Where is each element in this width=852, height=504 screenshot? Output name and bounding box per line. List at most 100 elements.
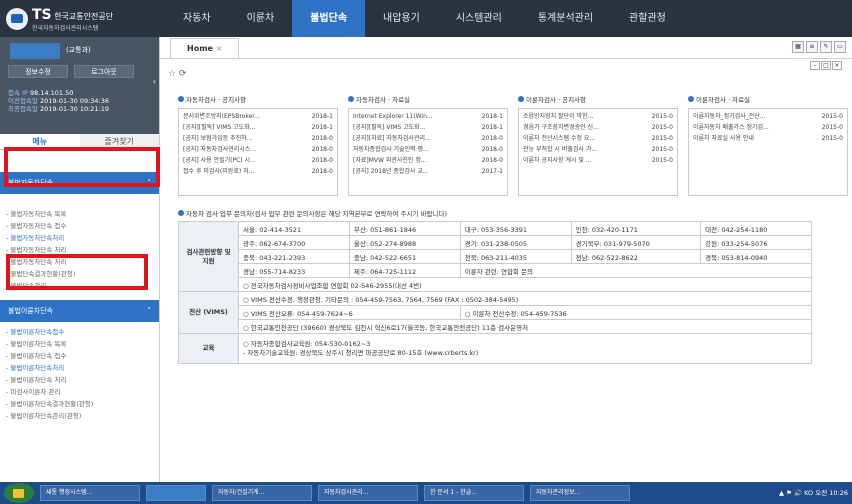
nav-system[interactable]: 시스템관리 [438, 0, 520, 37]
board-moto-data: 이륜자검사 · 자료실 이륜자동차_정기검사_전산... 2015-0 이륜자동차… [688, 94, 848, 196]
taskbar-item[interactable]: 한 문서 1 - 한글... [424, 485, 524, 501]
maximize-icon[interactable]: □ [821, 61, 831, 70]
board-row[interactable]: 소음방지장치 팔단이 막힌... 2015-0 [523, 111, 673, 122]
taskbar-item[interactable] [146, 485, 206, 501]
main-nav: 자동차 이륜차 불법단속 내압용기 시스템관리 통계분석관리 관할관청 [165, 0, 684, 37]
start-icon[interactable] [4, 483, 34, 503]
contact-cell: ○ VIMS 전산오류: 054-459-7624~6 [238, 305, 461, 320]
menu-item[interactable]: - 불법이륜차단속접수 [6, 326, 159, 338]
edit-info-button[interactable]: 정보수정 [8, 65, 68, 78]
board-row[interactable]: 경음기 구조장치변경승인 신... 2015-0 [523, 122, 673, 133]
contact-cell: 서울: 02-414-3521 [238, 221, 350, 236]
taskbar: 새통 행정시스템... 자동차/건설기계... 자동차검사관리... 한 문서 … [0, 482, 852, 504]
menu-item[interactable]: - 불법자동차단속처리 [6, 232, 159, 244]
nav-moto[interactable]: 이륜차 [229, 0, 293, 37]
contact-cell: 광주: 062-674-3700 [238, 235, 350, 250]
nav-office[interactable]: 관할관청 [611, 0, 684, 37]
user-name-field [10, 43, 60, 59]
close-icon[interactable]: × [832, 61, 842, 70]
taskbar-item[interactable]: 자동차검사관리... [318, 485, 418, 501]
contact-cell: ○ VIMS 전산수정, 행정관청, 기타문의 : 054-459-7563, … [238, 291, 812, 306]
board-row[interactable]: 이륜차 자료실 사용 안내 2015-0 [693, 133, 843, 144]
contact-cell: 강원: 033-254-5076 [700, 235, 812, 250]
contact-cell: ○ 한국교통안전공단 (39660) 경상북도 김천시 혁신6로17(율곡동, … [238, 319, 812, 334]
board-row[interactable]: [공지] 2018년 종합검사 교... 2017-1 [353, 166, 503, 177]
contact-cell: 울산: 052-274-8988 [348, 235, 461, 250]
board-row[interactable]: [공지] 자동차검사관리시스... 2018-0 [183, 144, 333, 155]
contact-cell: ○ 전국자동차검사정비사업조합 연합회 02-546-2955(내선 4번) [238, 277, 812, 292]
contact-cell: 대구: 053-356-3391 [459, 221, 572, 236]
board-row[interactable]: 문서위변조방지(EPSBroker... 2018-1 [183, 111, 333, 122]
logout-button[interactable]: 로그아웃 [74, 65, 134, 78]
board-row[interactable]: 이륜자동차_정기검사_전산... 2015-0 [693, 111, 843, 122]
menu-item[interactable]: - 불법이륜차단속 처리 [6, 374, 159, 386]
logo-icon [6, 8, 28, 30]
login-info: 접속 IP 98.14.101.50 이전접속일 2019-01-30 09:3… [8, 89, 110, 113]
board-row[interactable]: [공지][자료] 자동차검사관리... 2018-0 [353, 133, 503, 144]
user-box: (교통과) 정보수정 로그아웃 접속 IP 98.14.101.50 이전접속일… [0, 37, 159, 134]
chevron-up-icon: ˄ [147, 307, 152, 315]
main-content: Home × ▦ ≡ ✎ ▭ ☆ ⟳ – □ × 자동차검사 · 공지사항 문서… [160, 37, 852, 482]
contact-cell: 충북: 043-221-2393 [238, 249, 350, 264]
menu-item[interactable]: - 불법이륜차단속결과현황(관청) [6, 398, 159, 410]
top-bar: TS 한국교통안전공단 한국자동차검사관리시스템 자동차 이륜차 불법단속 내압용… [0, 0, 852, 37]
menu-item[interactable]: - 불법자동차단속 접수 [6, 220, 159, 232]
list-icon[interactable]: ≡ [806, 41, 818, 53]
nav-car[interactable]: 자동차 [165, 0, 229, 37]
contact-cell: 이륜자 관련: 연합회 문의 [459, 263, 813, 278]
row-header: 교육 [178, 333, 239, 364]
row-header: 검사관련방향 및 지원 [178, 221, 239, 292]
contact-cell: 충남: 042-522-6651 [348, 249, 461, 264]
contact-cell: 부산: 051-861-1846 [348, 221, 461, 236]
board-car-data: 자동차검사 · 자료실 Internet Explorer 11(Win... 2… [348, 94, 508, 196]
menu-item[interactable]: - 불법이륜차단속 목록 [6, 338, 159, 350]
window-icon[interactable]: ▭ [834, 41, 846, 53]
board-row[interactable]: 관능 부적합 시 버출검사 가... 2015-0 [523, 144, 673, 155]
board-row[interactable]: 접수 후 미검사(미완료) 처... 2018-0 [183, 166, 333, 177]
board-moto-notice: 이륜자검사 · 공지사항 소음방지장치 팔단이 막힌... 2015-0 경음기 … [518, 94, 678, 196]
system-tray[interactable]: ▲ ⚑ 🔊 KO 오전 10:26 [779, 486, 848, 500]
contact-title: 자동차 검사 업무 문의처(검사 업무 관련 문의사항은 해당 지역본부로 연락… [178, 208, 447, 218]
contact-cell: 인천: 032-420-1171 [570, 221, 702, 236]
board-row[interactable]: [자료]MVW 외관사진인 정... 2018-0 [353, 155, 503, 166]
brand-logo[interactable]: TS 한국교통안전공단 한국자동차검사관리시스템 [6, 6, 166, 32]
star-icon[interactable]: ☆ ⟳ [168, 69, 186, 79]
collapse-icon[interactable]: ‹ [153, 77, 156, 86]
taskbar-item[interactable]: 자동차/건설기계... [212, 485, 312, 501]
highlight-box [6, 254, 148, 290]
menu-section-illegal-moto[interactable]: 불법이륜차단속 ˄ [0, 300, 159, 322]
board-row[interactable]: 이륜차 공지사항 게시 및 ... 2015-0 [523, 155, 673, 166]
taskbar-item[interactable]: 새통 행정시스템... [40, 485, 140, 501]
board-row[interactable]: [공지][필독] VIMS 고도화... 2018-1 [183, 122, 333, 133]
contact-cell: ○ 자동차종합검사교육원: 054-530-0162~3- 자동차기술교육원: … [238, 333, 812, 364]
contact-cell: 전북: 063-211-4035 [459, 249, 572, 264]
nav-pressure[interactable]: 내압용기 [365, 0, 438, 37]
taskbar-item[interactable]: 자동차관리정보... [530, 485, 630, 501]
contact-cell: 제주: 064-725-1112 [348, 263, 461, 278]
nav-stats[interactable]: 통계분석관리 [520, 0, 611, 37]
board-row[interactable]: Internet Explorer 11(Win... 2018-1 [353, 111, 503, 122]
contact-cell: ○ 이륜차 전산수정: 054-459-7536 [459, 305, 813, 320]
board-row[interactable]: 이륜차 전산시스템 수정 요... 2015-0 [523, 133, 673, 144]
board-row[interactable]: [공지][필독] VIMS 고도화... 2018-1 [353, 122, 503, 133]
board-car-notice: 자동차검사 · 공지사항 문서위변조방지(EPSBroker... 2018-1 … [178, 94, 338, 196]
board-row[interactable]: 이륜자동차 배출가스 정기검... 2015-0 [693, 122, 843, 133]
menu-item[interactable]: - 불법이륜차단속 접수 [6, 350, 159, 362]
tool-icon[interactable]: ✎ [820, 41, 832, 53]
menu-item[interactable]: - 불법자동차단속 목록 [6, 208, 159, 220]
contact-cell: 경남: 055-714-8233 [238, 263, 350, 278]
contact-table: 검사관련방향 및 지원 서울: 02-414-3521 부산: 051-861-1… [178, 221, 813, 364]
contact-cell: 경북: 053-814-0940 [700, 249, 812, 264]
contact-cell: 경기북부: 031-979-5070 [570, 235, 702, 250]
menu-item[interactable]: - 불법이륜차단속처리 [6, 362, 159, 374]
menu-item[interactable]: - 불법이륜차단속관리(관청) [6, 410, 159, 422]
board-row[interactable]: [공지] 보험가입등 추진하... 2018-0 [183, 133, 333, 144]
nav-illegal[interactable]: 불법단속 [292, 0, 366, 37]
tab-home[interactable]: Home × [170, 38, 240, 58]
contact-cell: 경기: 031-238-0505 [459, 235, 572, 250]
board-row[interactable]: [공지] 사용 안될기(PC) 시... 2018-0 [183, 155, 333, 166]
menu-item[interactable]: - 미검사이륜차 관리 [6, 386, 159, 398]
grid-icon[interactable]: ▦ [792, 41, 804, 53]
minimize-icon[interactable]: – [810, 61, 820, 70]
board-row[interactable]: 자동차종합검사 기술인력 평... 2018-0 [353, 144, 503, 155]
